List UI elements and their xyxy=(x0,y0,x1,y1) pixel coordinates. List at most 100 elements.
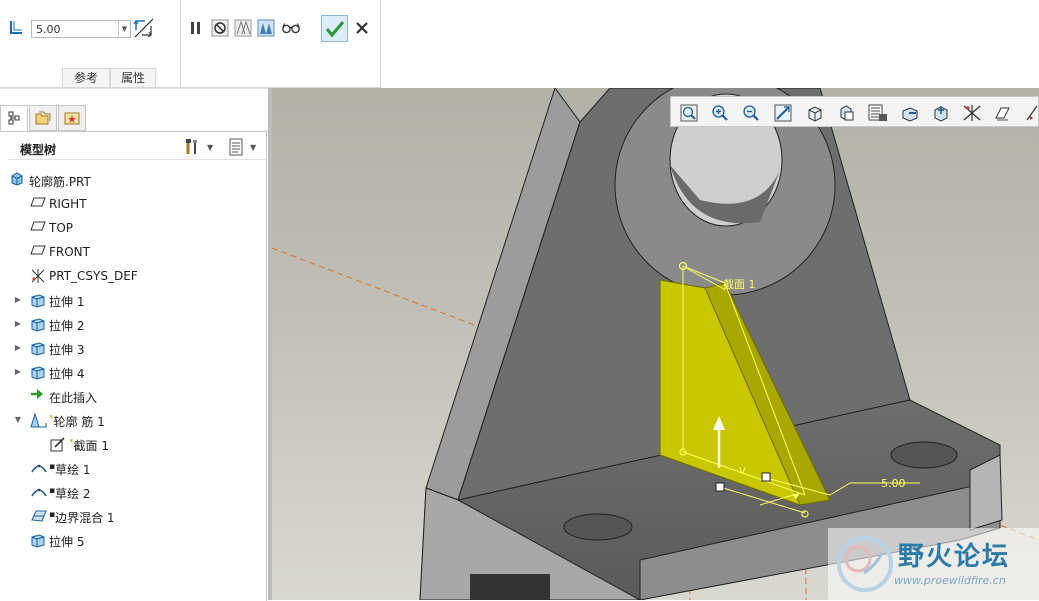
tree-row[interactable]: ▪边界混合 1 xyxy=(0,505,262,527)
tree-row[interactable]: *截面 1 xyxy=(0,433,262,455)
watermark-logo-icon xyxy=(837,536,893,592)
favorites-tab-icon[interactable] xyxy=(58,105,86,131)
view-manager-icon[interactable] xyxy=(866,101,889,124)
zoom-in-icon[interactable] xyxy=(708,101,731,124)
model-tree-header: 模型树 ▼ ▼ xyxy=(0,133,268,161)
tree-row[interactable]: PRT_CSYS_DEF xyxy=(0,265,262,287)
model-tree-tab-icon[interactable] xyxy=(0,105,28,131)
tree-row[interactable]: TOP xyxy=(0,217,262,239)
display-style-icon[interactable] xyxy=(803,101,826,124)
thickness-icon xyxy=(10,21,22,34)
expand-arrow-icon[interactable]: ▶ xyxy=(13,343,23,352)
thickness-input[interactable] xyxy=(31,20,131,38)
base-hole-right xyxy=(890,441,958,469)
base-slot xyxy=(470,574,550,600)
tree-row[interactable]: 在此插入 xyxy=(0,385,262,407)
model-canvas[interactable]: 截面 1 5.00 V xyxy=(272,88,1039,600)
collapse-arrow-icon[interactable]: ▼ xyxy=(13,415,23,424)
datum-plane-icon xyxy=(30,196,46,212)
model-tree-title: 模型树 xyxy=(20,143,57,157)
attached-preview-icon[interactable] xyxy=(233,18,253,38)
thickness-dropdown-arrow[interactable]: ▼ xyxy=(118,21,130,37)
no-preview-icon[interactable] xyxy=(210,18,230,38)
tree-item-label: 在此插入 xyxy=(49,391,98,405)
refit-icon[interactable] xyxy=(677,101,700,124)
watermark-title: 野火论坛 xyxy=(898,542,1011,572)
tree-item-label: 截面 1 xyxy=(73,439,109,453)
annotation-display-icon[interactable] xyxy=(960,101,983,124)
tree-item-label: PRT_CSYS_DEF xyxy=(49,269,138,283)
insert-here-arrow-icon xyxy=(30,388,46,404)
axis-v-label: V xyxy=(739,466,746,477)
tree-row[interactable]: FRONT xyxy=(0,241,262,263)
detached-preview-icon[interactable] xyxy=(256,18,276,38)
sketch-icon xyxy=(30,460,47,476)
perspective-view-icon[interactable] xyxy=(898,101,921,124)
tab-properties[interactable]: 属性 xyxy=(110,68,156,87)
plane-display-icon[interactable] xyxy=(1020,101,1039,124)
extrude-icon xyxy=(30,292,46,308)
tree-row[interactable]: ▶ 拉伸 3 xyxy=(0,337,262,359)
settings-tools-icon[interactable]: ▼ xyxy=(184,137,220,157)
part-icon xyxy=(10,172,26,188)
datum-plane-icon xyxy=(30,220,46,236)
tree-row[interactable]: RIGHT xyxy=(0,193,262,215)
tree-item-label: 轮廓筋.PRT xyxy=(29,175,91,189)
datum-plane-icon xyxy=(30,244,46,260)
tree-item-label: FRONT xyxy=(49,245,90,259)
tree-item-label: RIGHT xyxy=(49,197,87,211)
repaint-icon[interactable] xyxy=(771,101,794,124)
saved-views-icon[interactable] xyxy=(834,101,857,124)
tree-row[interactable]: ▶ 拉伸 1 xyxy=(0,289,262,311)
expand-arrow-icon[interactable]: ▶ xyxy=(13,295,23,304)
tree-item-label: 拉伸 4 xyxy=(49,367,85,381)
tab-references[interactable]: 参考 xyxy=(62,68,110,87)
tree-item-label: 拉伸 2 xyxy=(49,319,85,333)
cancel-x-icon[interactable] xyxy=(352,18,372,38)
base-hole-left xyxy=(563,513,633,541)
extrude-icon xyxy=(30,364,46,380)
tree-item-label: 拉伸 5 xyxy=(49,535,85,549)
tree-row[interactable]: ▪草绘 2 xyxy=(0,481,262,503)
thickness-dimension-label[interactable]: 5.00 xyxy=(881,477,906,490)
forum-watermark: 野火论坛 www.proewildfire.cn xyxy=(828,528,1039,600)
tree-row[interactable]: ▪草绘 1 xyxy=(0,457,262,479)
tree-row[interactable]: ▶ 拉伸 4 xyxy=(0,361,262,383)
expand-arrow-icon[interactable]: ▶ xyxy=(13,367,23,376)
tree-row[interactable]: ▶ 拉伸 2 xyxy=(0,313,262,335)
spin-center-icon[interactable] xyxy=(991,101,1014,124)
show-options-icon[interactable]: ▼ xyxy=(228,137,264,157)
coordinate-system-icon xyxy=(30,268,46,284)
navigator-panel: 模型树 ▼ ▼ 轮廓筋.PRT RIGHT TOP FRONT PRT_CSYS_DEF… xyxy=(0,88,270,601)
drag-handle-right[interactable] xyxy=(761,472,771,482)
watermark-url: www.proewildfire.cn xyxy=(894,574,1006,587)
sketch-icon xyxy=(30,484,47,500)
tree-item-label: 草绘 1 xyxy=(55,463,91,477)
zoom-out-icon[interactable] xyxy=(739,101,762,124)
datum-display-icon[interactable] xyxy=(929,101,952,124)
graphics-viewport[interactable]: 截面 1 5.00 V 野火论坛 www.proewildfire.cn xyxy=(272,88,1039,600)
folder-browser-tab-icon[interactable] xyxy=(29,105,57,131)
pause-icon[interactable] xyxy=(186,18,206,38)
tree-row[interactable]: 轮廓筋.PRT xyxy=(0,169,262,191)
tree-item-label: 草绘 2 xyxy=(55,487,91,501)
tree-item-label: 边界混合 1 xyxy=(55,511,115,525)
feature-dashboard: ▼ 参考 属性 xyxy=(0,0,1039,88)
boundary-blend-icon xyxy=(30,508,47,524)
section-label[interactable]: 截面 1 xyxy=(723,277,756,291)
flip-direction-icon[interactable] xyxy=(132,16,156,40)
verify-glasses-icon[interactable] xyxy=(281,18,301,38)
profile-rib-icon xyxy=(30,412,47,428)
drag-handle-left[interactable] xyxy=(715,482,725,492)
tree-item-label: 拉伸 1 xyxy=(49,295,85,309)
extrude-icon xyxy=(30,532,46,548)
extrude-icon xyxy=(30,340,46,356)
tree-row[interactable]: ▼ *轮廓 筋 1 xyxy=(0,409,262,431)
section-sketch-icon xyxy=(50,436,66,452)
tree-item-label: 拉伸 3 xyxy=(49,343,85,357)
expand-arrow-icon[interactable]: ▶ xyxy=(13,319,23,328)
view-toolbar xyxy=(670,96,1039,127)
tree-item-label: TOP xyxy=(49,221,74,235)
tree-row[interactable]: 拉伸 5 xyxy=(0,529,262,551)
ok-checkmark-icon[interactable] xyxy=(321,15,348,42)
